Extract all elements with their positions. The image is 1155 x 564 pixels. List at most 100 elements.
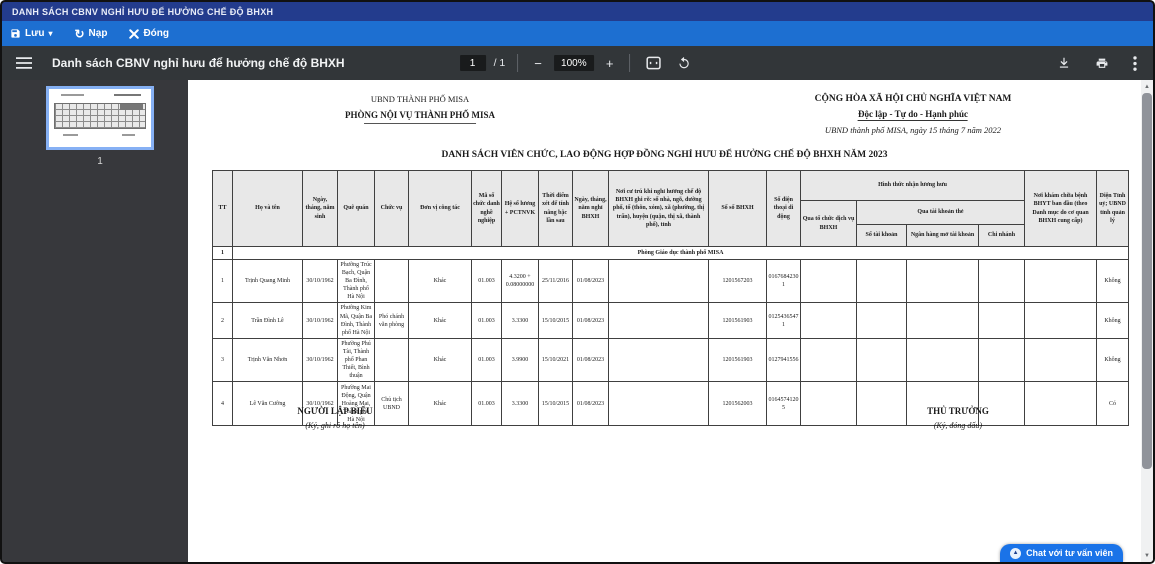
table-cell bbox=[906, 302, 979, 339]
save-button[interactable]: Lưu ▾ bbox=[10, 28, 52, 39]
table-cell: 1201561903 bbox=[708, 337, 767, 383]
scroll-up-icon[interactable]: ▲ bbox=[1141, 80, 1153, 93]
thumbnail-page-number: 1 bbox=[97, 156, 103, 167]
table-cell: 1201561903 bbox=[708, 302, 767, 339]
signature-note: (Ký, đóng dấu) bbox=[933, 421, 983, 430]
toolbar-divider bbox=[629, 54, 631, 72]
table-cell: 30/10/1962 bbox=[302, 302, 338, 339]
table-cell: 1 bbox=[212, 258, 233, 304]
col-header-hometown: Quê quán bbox=[337, 170, 375, 247]
rotate-icon[interactable] bbox=[673, 54, 695, 72]
col-header-payment-group: Hình thức nhận lương hưu bbox=[799, 170, 1026, 201]
table-cell: Phường Kim Mã, Quận Ba Đình, Thành phố H… bbox=[337, 302, 375, 339]
vertical-scrollbar[interactable]: ▲ ▼ bbox=[1141, 80, 1153, 562]
table-cell: Lê Văn Cường bbox=[232, 381, 303, 427]
print-icon[interactable] bbox=[1091, 55, 1113, 72]
table-row: 1 Trịnh Quang Minh 30/10/1962 Phường Trú… bbox=[212, 258, 1130, 304]
col-header-dob: Ngày, tháng, năm sinh bbox=[302, 170, 338, 247]
viewer-body: 1 UBND THÀNH PHỐ MISA PHÒNG NỘI VỤ THÀNH… bbox=[2, 80, 1153, 562]
col-header-raise-review: Thời điểm xét để tính nâng bậc lần sau bbox=[538, 170, 573, 247]
col-header-mobile: Số điện thoại di động bbox=[766, 170, 801, 247]
table-cell: Không bbox=[1096, 302, 1130, 339]
table-cell bbox=[374, 258, 409, 304]
menu-icon[interactable] bbox=[14, 54, 34, 72]
table-cell: 0127941556 bbox=[766, 337, 801, 383]
col-header-tt: TT bbox=[212, 170, 233, 247]
toolbar-divider bbox=[517, 54, 519, 72]
table-cell bbox=[977, 302, 1026, 339]
table-cell bbox=[856, 337, 907, 383]
table-cell bbox=[608, 381, 709, 427]
table-cell bbox=[800, 258, 857, 304]
table-cell: Trần Đình Lê bbox=[232, 302, 303, 339]
chat-support-button[interactable]: ▲ Chat với tư vấn viên bbox=[1000, 544, 1123, 562]
table-cell: 01.003 bbox=[471, 258, 502, 304]
close-button-label: Đóng bbox=[143, 28, 169, 39]
more-options-icon[interactable] bbox=[1129, 54, 1141, 73]
col-header-clinic: Nơi khám chữa bệnh BHYT ban đầu (theo Da… bbox=[1024, 170, 1098, 247]
thumbnail-header-right bbox=[114, 93, 141, 96]
window-titlebar: DANH SÁCH CBNV NGHỈ HƯU ĐỂ HƯỞNG CHẾ ĐỘ … bbox=[2, 2, 1153, 21]
table-cell: Không bbox=[1096, 258, 1130, 304]
scrollbar-thumb[interactable] bbox=[1142, 93, 1152, 469]
table-cell: 01676842301 bbox=[766, 258, 801, 304]
reload-icon: ↻ bbox=[74, 26, 85, 41]
group-row: 1 Phòng Giáo dục thành phố MISA bbox=[212, 246, 1130, 260]
table-cell bbox=[977, 258, 1026, 304]
table-cell: 3.9900 bbox=[501, 337, 539, 383]
app-window: DANH SÁCH CBNV NGHỈ HƯU ĐỂ HƯỞNG CHẾ ĐỘ … bbox=[0, 0, 1155, 564]
col-header-name: Họ và tên bbox=[232, 170, 303, 247]
table-cell: 15/10/2015 bbox=[538, 302, 573, 339]
col-header-bank: Ngân hàng mở tài khoản bbox=[906, 224, 979, 247]
col-header-management: Diện Tỉnh uỷ; UBND tỉnh quản lý bbox=[1096, 170, 1130, 247]
zoom-in-button[interactable]: + bbox=[602, 54, 618, 73]
download-icon[interactable] bbox=[1053, 54, 1075, 72]
col-header-job-code: Mã số chức danh nghề nghiệp bbox=[471, 170, 502, 247]
table-cell bbox=[906, 258, 979, 304]
table-cell: 3.3300 bbox=[501, 302, 539, 339]
group-index: 1 bbox=[212, 246, 233, 260]
table-cell: 01/08/2023 bbox=[572, 258, 609, 304]
table-cell bbox=[856, 302, 907, 339]
table-cell: Có bbox=[1096, 381, 1130, 427]
close-button[interactable]: Đóng bbox=[129, 28, 169, 39]
col-header-via-service-org: Qua tổ chức dịch vụ BHXH bbox=[800, 200, 857, 247]
table-cell: 01.003 bbox=[471, 302, 502, 339]
table-cell: 4.3200 + 0.08000000 bbox=[501, 258, 539, 304]
table-cell: 15/10/2015 bbox=[538, 381, 573, 427]
table-cell bbox=[977, 337, 1026, 383]
table-cell: 01.003 bbox=[471, 337, 502, 383]
table-cell: 01645741205 bbox=[766, 381, 801, 427]
signature-title: THỦ TRƯỞNG bbox=[927, 406, 989, 416]
table-cell bbox=[800, 381, 857, 427]
chevron-down-icon: ▾ bbox=[48, 29, 53, 38]
signature-note: (Ký, ghi rõ họ tên) bbox=[305, 421, 365, 430]
reload-button[interactable]: ↻ Nạp bbox=[74, 27, 107, 41]
table-cell: Chủ tịch UBND bbox=[374, 381, 409, 427]
signature-title: NGƯỜI LẬP BIỂU bbox=[297, 406, 373, 416]
table-cell bbox=[1024, 302, 1098, 339]
col-header-branch: Chi nhánh bbox=[977, 224, 1026, 247]
retirement-table: TT Họ và tên Ngày, tháng, năm sinh Quê q… bbox=[212, 170, 1130, 427]
fit-page-icon[interactable] bbox=[642, 54, 665, 72]
table-cell: 1201562003 bbox=[708, 381, 767, 427]
table-row: 3 Trịnh Văn Nhơn 30/10/1962 Phường Phú T… bbox=[212, 337, 1130, 383]
page-number-input[interactable] bbox=[459, 55, 486, 71]
table-cell: 01254365471 bbox=[766, 302, 801, 339]
signature-block-preparer: NGƯỜI LẬP BIỂU (Ký, ghi rõ họ tên) bbox=[297, 406, 372, 430]
motto-line2: Độc lập - Tự do - Hạnh phúc bbox=[857, 109, 969, 121]
org-underline bbox=[364, 123, 476, 124]
table-cell: 01/08/2023 bbox=[572, 302, 609, 339]
zoom-out-button[interactable]: − bbox=[530, 54, 546, 73]
national-motto-block: CỘNG HÒA XÃ HỘI CHỦ NGHĨA VIỆT NAM Độc l… bbox=[815, 94, 1012, 135]
page-thumbnail[interactable] bbox=[46, 86, 154, 150]
table-cell bbox=[374, 337, 409, 383]
issuing-org-block: UBND THÀNH PHỐ MISA PHÒNG NỘI VỤ THÀNH P… bbox=[345, 94, 495, 124]
document-viewport: UBND THÀNH PHỐ MISA PHÒNG NỘI VỤ THÀNH P… bbox=[188, 80, 1141, 562]
scroll-down-icon[interactable]: ▼ bbox=[1141, 549, 1153, 562]
zoom-level-input[interactable] bbox=[553, 55, 594, 71]
org-name: PHÒNG NỘI VỤ THÀNH PHỐ MISA bbox=[345, 110, 495, 120]
col-header-residence: Nơi cư trú khi nghỉ hưởng chế độ BHXH gh… bbox=[608, 170, 709, 247]
motto-line1: CỘNG HÒA XÃ HỘI CHỦ NGHĨA VIỆT NAM bbox=[814, 94, 1012, 104]
table-cell: 1201567203 bbox=[708, 258, 767, 304]
